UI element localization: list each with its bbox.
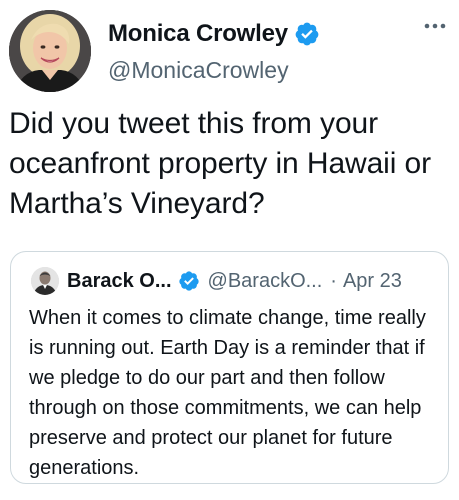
quoted-tweet-header: Barack O... @BarackO... · Apr 23: [31, 266, 402, 296]
quoted-tweet[interactable]: Barack O... @BarackO... · Apr 23 When it…: [10, 251, 449, 484]
more-horizontal-icon: [424, 23, 446, 29]
quoted-header-separator: ·: [330, 269, 337, 292]
author-name[interactable]: Monica Crowley: [108, 20, 288, 48]
quoted-author-name[interactable]: Barack O...: [67, 270, 172, 293]
tweet-text: Did you tweet this from your oceanfront …: [9, 107, 432, 220]
author-avatar[interactable]: [9, 10, 91, 92]
quoted-verified-badge-icon: [178, 270, 200, 292]
quoted-tweet-date[interactable]: Apr 23: [343, 270, 402, 293]
verified-badge-icon: [294, 21, 320, 47]
quoted-author-handle[interactable]: @BarackO...: [208, 270, 323, 293]
quoted-tweet-text: When it comes to climate change, time re…: [29, 307, 426, 479]
author-name-row: Monica Crowley: [108, 17, 320, 51]
author-block: Monica Crowley @MonicaCrowley: [108, 17, 320, 84]
more-options-button[interactable]: [420, 14, 450, 38]
quoted-author-avatar[interactable]: [31, 267, 59, 295]
tweet: Monica Crowley @MonicaCrowley Did you tw…: [0, 0, 459, 500]
author-handle[interactable]: @MonicaCrowley: [108, 57, 320, 84]
